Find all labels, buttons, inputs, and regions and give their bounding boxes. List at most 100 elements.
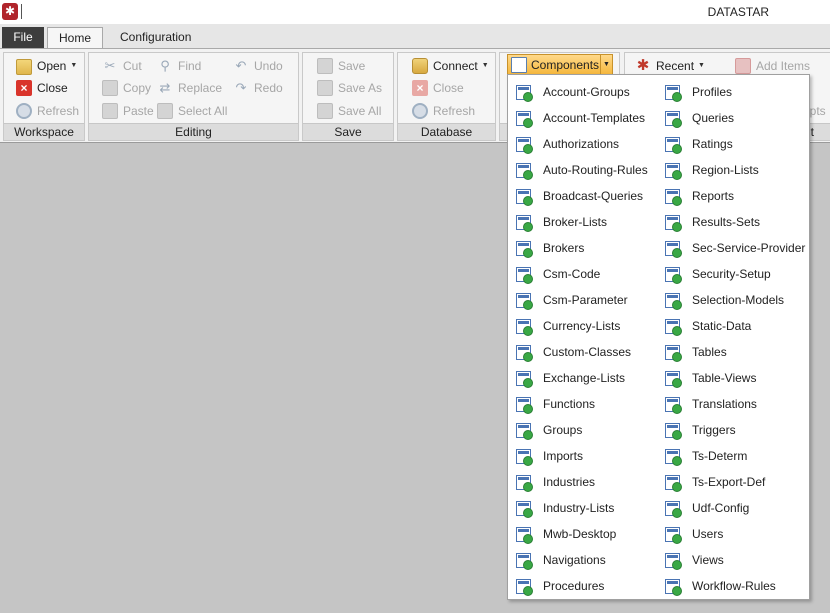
recent-button[interactable]: ✱ Recent ▼ xyxy=(635,56,705,76)
menu-item[interactable]: Users xyxy=(665,521,805,547)
database-group-label: Database xyxy=(398,123,495,140)
menu-item[interactable]: Sec-Service-Provider xyxy=(665,235,805,261)
refresh-database-label: Refresh xyxy=(433,104,476,118)
menu-item[interactable]: Auto-Routing-Rules xyxy=(516,157,648,183)
dropdown-arrow-icon[interactable]: ▼ xyxy=(600,55,612,75)
menu-item[interactable]: Results-Sets xyxy=(665,209,805,235)
add-items-button[interactable]: Add Items xyxy=(735,56,810,76)
menu-item-label: Triggers xyxy=(692,423,736,437)
menu-item[interactable]: Custom-Classes xyxy=(516,339,648,365)
floppy-disk-icon xyxy=(317,58,333,74)
component-icon xyxy=(665,84,682,102)
menu-item-label: Account-Groups xyxy=(543,85,630,99)
menu-item[interactable]: Csm-Parameter xyxy=(516,287,648,313)
tab-configuration[interactable]: Configuration xyxy=(110,27,201,49)
paste-button[interactable]: Paste xyxy=(102,101,154,121)
redo-label: Redo xyxy=(254,81,283,95)
components-button[interactable]: Components ▼ xyxy=(507,54,613,76)
menu-item[interactable]: Industry-Lists xyxy=(516,495,648,521)
refresh-database-button[interactable]: Refresh xyxy=(412,101,475,121)
save-label: Save xyxy=(338,59,366,73)
menu-item-label: Translations xyxy=(692,397,757,411)
close-icon: × xyxy=(412,80,428,96)
component-icon xyxy=(516,578,533,596)
menu-item-label: Mwb-Desktop xyxy=(543,527,617,541)
menu-item[interactable]: Procedures xyxy=(516,573,648,599)
connect-label: Connect xyxy=(433,59,478,73)
app-logo-icon[interactable]: ✱ xyxy=(2,3,18,20)
cut-button[interactable]: ✂ Cut xyxy=(102,56,142,76)
menu-item-label: Functions xyxy=(543,397,596,411)
save-all-button[interactable]: Save All xyxy=(317,101,381,121)
menu-item[interactable]: Triggers xyxy=(665,417,805,443)
menu-item-label: Security-Setup xyxy=(692,267,771,281)
menu-item[interactable]: Functions xyxy=(516,391,648,417)
copy-label: Copy xyxy=(123,81,152,95)
add-items-icon xyxy=(735,58,751,74)
menu-item[interactable]: Profiles xyxy=(665,79,805,105)
component-icon xyxy=(665,370,682,388)
menu-item[interactable]: Views xyxy=(665,547,805,573)
menu-item[interactable]: Broker-Lists xyxy=(516,209,648,235)
component-icon xyxy=(665,578,682,596)
menu-item[interactable]: Currency-Lists xyxy=(516,313,648,339)
menu-item-label: Auto-Routing-Rules xyxy=(543,163,648,177)
menu-item[interactable]: Queries xyxy=(665,105,805,131)
tab-home[interactable]: Home xyxy=(47,27,103,50)
close-database-button[interactable]: × Close xyxy=(412,78,464,98)
title-bar: ✱ DATASTAR xyxy=(0,0,830,24)
menu-item[interactable]: Mwb-Desktop xyxy=(516,521,648,547)
menu-item[interactable]: Translations xyxy=(665,391,805,417)
menu-item[interactable]: Ts-Export-Def xyxy=(665,469,805,495)
menu-item-label: Account-Templates xyxy=(543,111,646,125)
menu-item[interactable]: Workflow-Rules xyxy=(665,573,805,599)
component-icon xyxy=(516,214,533,232)
menu-item[interactable]: Security-Setup xyxy=(665,261,805,287)
menu-item[interactable]: Selection-Models xyxy=(665,287,805,313)
save-group: Save Save As Save All Save xyxy=(302,52,394,141)
component-icon xyxy=(665,396,682,414)
undo-button[interactable]: ↶ Undo xyxy=(233,56,283,76)
menu-item[interactable]: Groups xyxy=(516,417,648,443)
menu-item-label: Groups xyxy=(543,423,583,437)
menu-item[interactable]: Reports xyxy=(665,183,805,209)
menu-item-label: Ts-Determ xyxy=(692,449,748,463)
save-button[interactable]: Save xyxy=(317,56,365,76)
component-icon xyxy=(665,136,682,154)
menu-item[interactable]: Udf-Config xyxy=(665,495,805,521)
menu-item[interactable]: Industries xyxy=(516,469,648,495)
menu-item[interactable]: Brokers xyxy=(516,235,648,261)
menu-item[interactable]: Navigations xyxy=(516,547,648,573)
tab-file[interactable]: File xyxy=(2,27,44,48)
replace-icon: ⇄ xyxy=(159,80,171,95)
refresh-workspace-button[interactable]: Refresh xyxy=(16,101,79,121)
window-title: DATASTAR xyxy=(707,5,769,19)
save-as-button[interactable]: Save As xyxy=(317,78,382,98)
connect-button[interactable]: Connect ▼ xyxy=(412,56,489,76)
component-icon xyxy=(516,370,533,388)
menu-item[interactable]: Tables xyxy=(665,339,805,365)
redo-button[interactable]: ↷ Redo xyxy=(233,78,283,98)
open-button[interactable]: Open ▼ xyxy=(16,56,77,76)
replace-button[interactable]: ⇄ Replace xyxy=(157,78,222,98)
menu-item[interactable]: Ratings xyxy=(665,131,805,157)
menu-item[interactable]: Account-Templates xyxy=(516,105,648,131)
save-all-icon xyxy=(317,103,333,119)
save-as-icon xyxy=(317,80,333,96)
menu-item[interactable]: Region-Lists xyxy=(665,157,805,183)
close-workspace-button[interactable]: × Close xyxy=(16,78,68,98)
copy-button[interactable]: Copy xyxy=(102,78,151,98)
menu-item[interactable]: Imports xyxy=(516,443,648,469)
component-icon xyxy=(665,292,682,310)
menu-item[interactable]: Exchange-Lists xyxy=(516,365,648,391)
menu-item[interactable]: Table-Views xyxy=(665,365,805,391)
menu-item[interactable]: Csm-Code xyxy=(516,261,648,287)
menu-item-label: Brokers xyxy=(543,241,585,255)
find-button[interactable]: ⚲ Find xyxy=(157,56,201,76)
menu-item[interactable]: Broadcast-Queries xyxy=(516,183,648,209)
menu-item[interactable]: Static-Data xyxy=(665,313,805,339)
menu-item[interactable]: Account-Groups xyxy=(516,79,648,105)
menu-item[interactable]: Authorizations xyxy=(516,131,648,157)
menu-item[interactable]: Ts-Determ xyxy=(665,443,805,469)
select-all-button[interactable]: Select All xyxy=(157,101,227,121)
